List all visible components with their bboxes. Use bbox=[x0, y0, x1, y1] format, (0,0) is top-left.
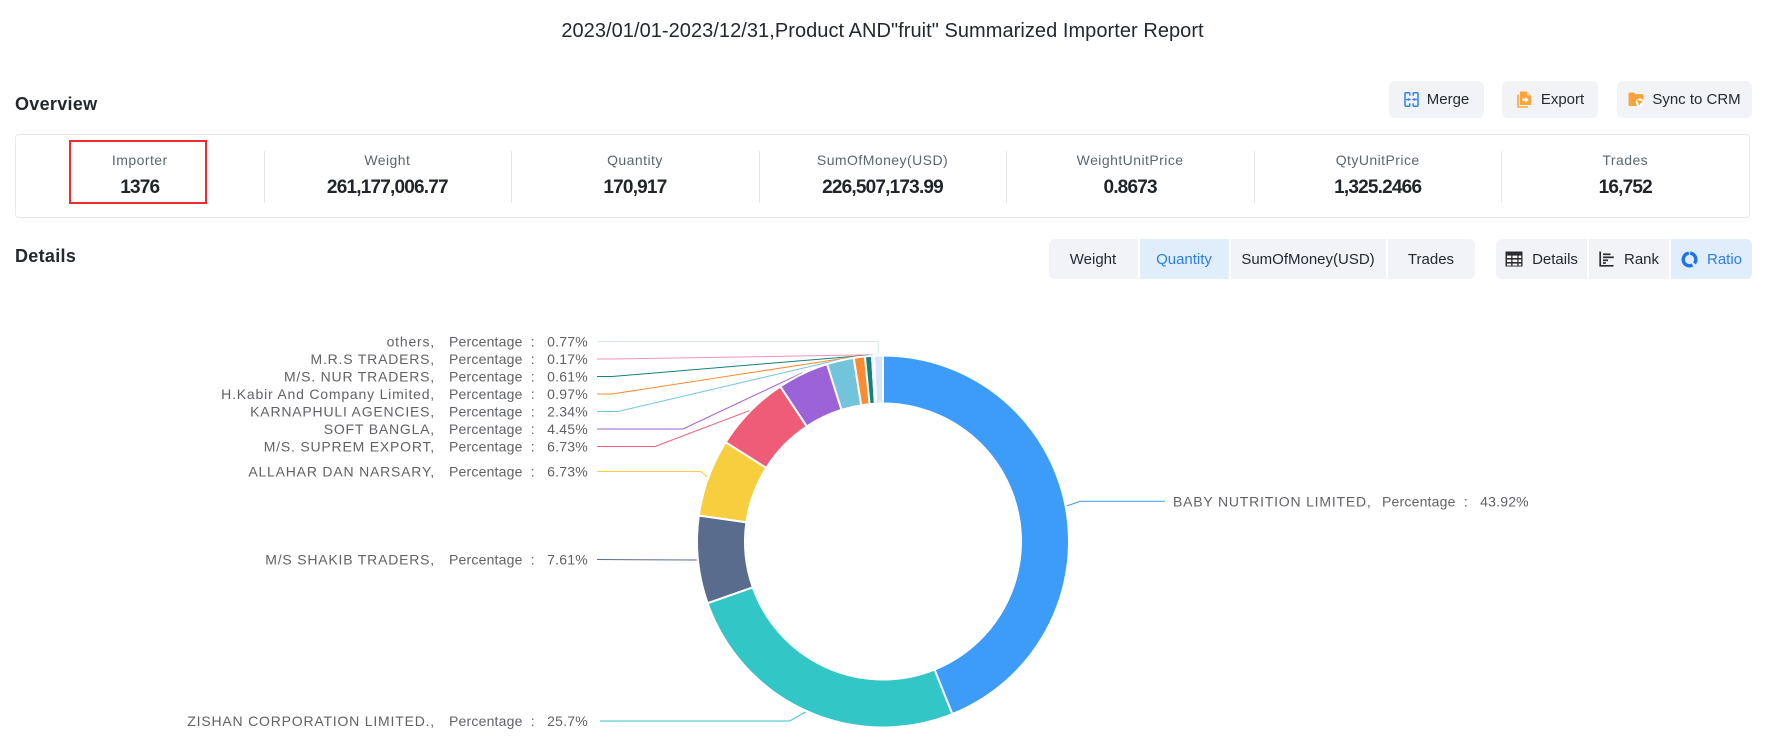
svg-text:Percentage : 7.61%: Percentage : 7.61% bbox=[449, 552, 588, 568]
svg-text:ALLAHAR DAN NARSARY,: ALLAHAR DAN NARSARY, bbox=[248, 464, 435, 480]
svg-text:others,: others, bbox=[387, 334, 435, 350]
svg-text:Percentage : 6.73%: Percentage : 6.73% bbox=[449, 464, 588, 480]
svg-text:M/S. NUR TRADERS,: M/S. NUR TRADERS, bbox=[284, 369, 435, 385]
svg-text:Percentage : 4.45%: Percentage : 4.45% bbox=[449, 421, 588, 437]
svg-text:ZISHAN CORPORATION LIMITED.,: ZISHAN CORPORATION LIMITED., bbox=[187, 713, 435, 729]
svg-text:Percentage : 6.73%: Percentage : 6.73% bbox=[449, 439, 588, 455]
svg-text:Percentage : 2.34%: Percentage : 2.34% bbox=[449, 404, 588, 420]
svg-text:Percentage : 43.92%: Percentage : 43.92% bbox=[1382, 493, 1529, 509]
svg-text:Percentage : 25.7%: Percentage : 25.7% bbox=[449, 713, 588, 729]
svg-text:BABY NUTRITION LIMITED,: BABY NUTRITION LIMITED, bbox=[1173, 493, 1372, 509]
svg-text:Percentage : 0.17%: Percentage : 0.17% bbox=[449, 351, 588, 367]
svg-text:M.R.S TRADERS,: M.R.S TRADERS, bbox=[310, 351, 435, 367]
svg-text:M/S SHAKIB TRADERS,: M/S SHAKIB TRADERS, bbox=[265, 552, 435, 568]
svg-text:M/S. SUPREM EXPORT,: M/S. SUPREM EXPORT, bbox=[264, 439, 435, 455]
svg-text:H.Kabir And Company Limited,: H.Kabir And Company Limited, bbox=[221, 386, 435, 402]
svg-text:Percentage : 0.77%: Percentage : 0.77% bbox=[449, 334, 588, 350]
svg-text:SOFT BANGLA,: SOFT BANGLA, bbox=[324, 421, 435, 437]
svg-text:Percentage : 0.97%: Percentage : 0.97% bbox=[449, 386, 588, 402]
svg-text:Percentage : 0.61%: Percentage : 0.61% bbox=[449, 369, 588, 385]
svg-text:KARNAPHULI AGENCIES,: KARNAPHULI AGENCIES, bbox=[250, 404, 435, 420]
